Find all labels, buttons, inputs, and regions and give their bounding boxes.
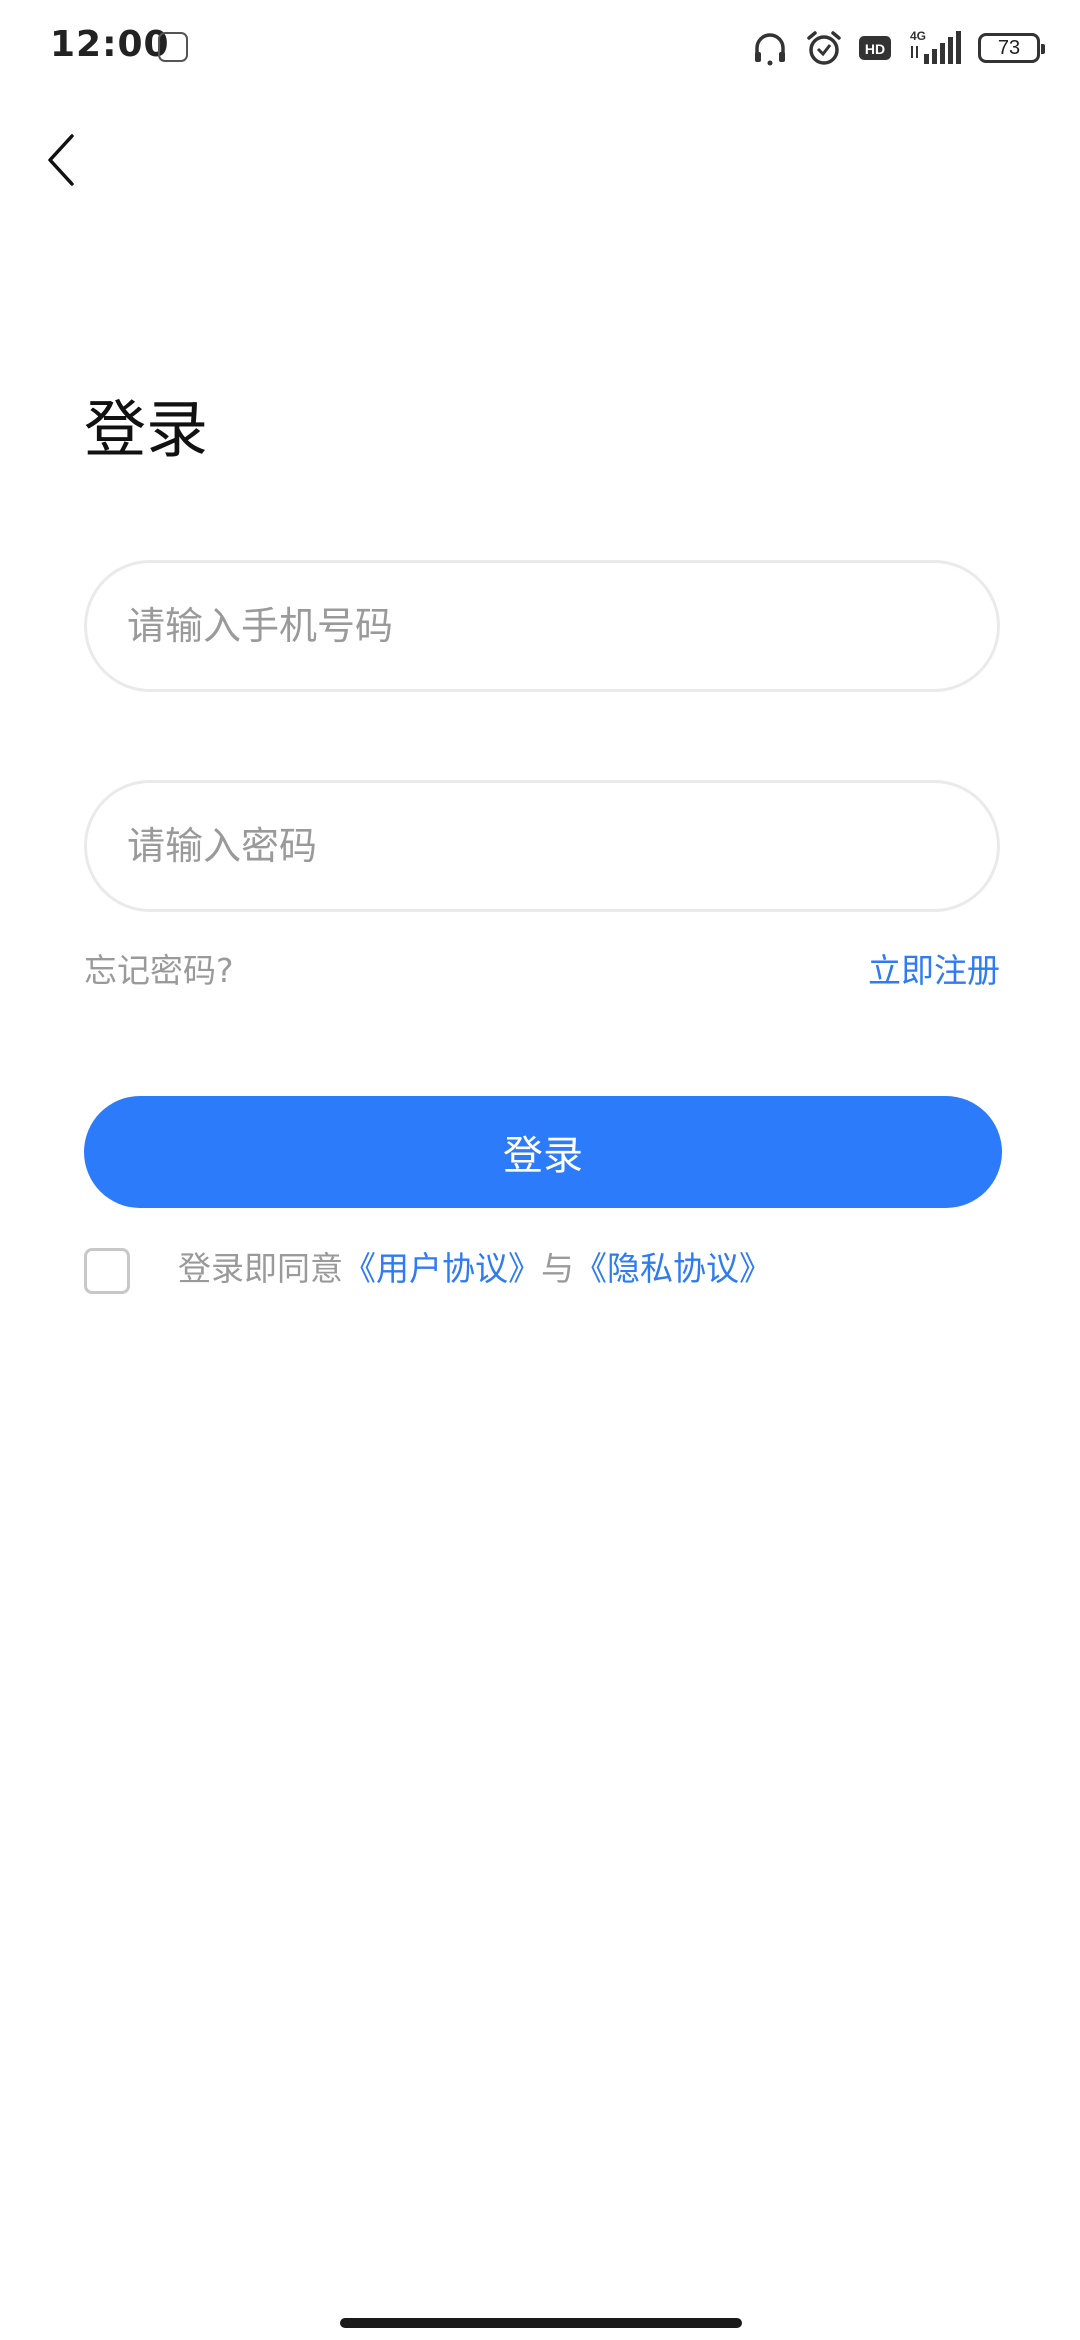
signal-icon: 4G: [906, 28, 964, 68]
headset-icon: [750, 28, 790, 68]
home-indicator[interactable]: [340, 2318, 742, 2328]
network-label: 4G: [910, 29, 926, 43]
hd-label: HD: [865, 41, 885, 57]
agreement-checkbox[interactable]: [84, 1248, 130, 1294]
agreement-prefix: 登录即同意: [178, 1249, 343, 1288]
agreement-conjunction: 与: [541, 1249, 574, 1288]
chevron-left-icon: [48, 134, 74, 186]
status-time: 12:00: [50, 24, 170, 65]
register-link[interactable]: 立即注册: [868, 946, 1000, 996]
status-icons: HD 4G 73: [750, 28, 1045, 68]
battery-icon: 73: [978, 33, 1045, 63]
battery-level: 73: [997, 36, 1021, 59]
login-button[interactable]: 登录: [84, 1096, 1002, 1208]
back-button[interactable]: [30, 120, 90, 200]
page-title: 登录: [84, 393, 209, 466]
app-notification-icon: [158, 32, 188, 62]
forgot-password-link[interactable]: 忘记密码?: [84, 946, 234, 996]
alarm-icon: [804, 28, 844, 68]
agreement-text: 登录即同意《用户协议》与《隐私协议》: [178, 1244, 772, 1294]
password-field[interactable]: [84, 780, 1000, 912]
status-bar: 12:00 HD 4G 73: [0, 0, 1080, 96]
hd-icon: HD: [858, 33, 892, 63]
phone-field[interactable]: [84, 560, 1000, 692]
user-agreement-link[interactable]: 《用户协议》: [343, 1249, 541, 1288]
password-input[interactable]: [127, 783, 957, 909]
privacy-agreement-link[interactable]: 《隐私协议》: [574, 1249, 772, 1288]
phone-input[interactable]: [127, 563, 957, 689]
